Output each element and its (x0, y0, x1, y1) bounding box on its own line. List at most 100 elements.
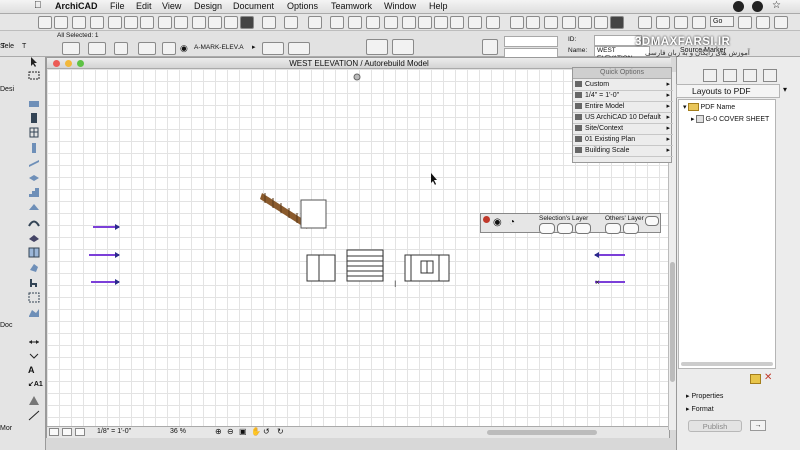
navigator-icon[interactable] (594, 16, 608, 29)
menu-app[interactable]: ArchiCAD (55, 1, 98, 11)
morph-tool-icon[interactable] (28, 262, 40, 273)
marquee-tool-icon[interactable] (28, 70, 40, 81)
menu-teamwork[interactable]: Teamwork (331, 1, 372, 11)
gear-icon[interactable] (486, 16, 500, 29)
tree-root-item[interactable]: ▾ PDF Name (683, 103, 735, 112)
layout-book-icon[interactable] (743, 69, 757, 82)
trace-icon[interactable] (756, 16, 770, 29)
window-split-icon[interactable] (656, 16, 670, 29)
navigator-preview-icon[interactable] (49, 428, 59, 436)
guide-line-icon[interactable] (262, 16, 276, 29)
snap-icon[interactable] (284, 16, 298, 29)
eye-icon[interactable]: ◉ (493, 217, 502, 228)
limit-icon[interactable] (482, 39, 498, 55)
plan-icon[interactable] (418, 16, 432, 29)
skylight-tool-icon[interactable] (28, 232, 40, 243)
menu-design[interactable]: Design (194, 1, 222, 11)
render-icon[interactable] (544, 16, 558, 29)
new-file-icon[interactable] (38, 16, 52, 29)
zone-tool-icon[interactable] (28, 292, 40, 303)
line-type-icon[interactable] (138, 42, 156, 55)
find-select-icon[interactable] (192, 16, 206, 29)
project-map-icon[interactable] (703, 69, 717, 82)
pen-icon[interactable] (114, 42, 128, 55)
menu-edit[interactable]: Edit (136, 1, 152, 11)
close-window-button[interactable] (53, 60, 60, 67)
elevation-icon[interactable] (434, 16, 448, 29)
status-icon[interactable] (733, 1, 744, 12)
zoom-out-icon[interactable]: ⊖ (227, 427, 234, 436)
minimize-window-button[interactable] (65, 60, 72, 67)
publisher-icon[interactable] (578, 16, 592, 29)
publish-options-icon[interactable]: → (750, 420, 766, 431)
layout-icon[interactable] (562, 16, 576, 29)
apple-icon[interactable]:  (34, 0, 42, 11)
label-tool-icon[interactable]: ↙A1 (28, 380, 43, 391)
redo-icon[interactable] (174, 16, 188, 29)
column-tool-icon[interactable] (28, 142, 40, 153)
go-button[interactable]: Go (710, 16, 734, 27)
object-tool-icon[interactable] (28, 277, 40, 288)
accessibility-icon[interactable]: ☆ (772, 0, 781, 11)
slab-tool-icon[interactable] (28, 172, 40, 183)
save-icon[interactable] (72, 16, 86, 29)
suspend-groups-icon[interactable] (384, 16, 398, 29)
text-tool-icon[interactable]: A (28, 365, 40, 376)
undo-layer-icon[interactable] (645, 216, 659, 226)
marker-head-icon[interactable] (88, 42, 106, 55)
window-layout-icon[interactable] (638, 16, 652, 29)
selection-hide-button[interactable] (539, 223, 555, 234)
magic-wand-icon[interactable] (208, 16, 222, 29)
line-tool-icon[interactable] (28, 410, 40, 421)
elevation-depth-icon[interactable] (392, 39, 414, 55)
undo-icon[interactable] (158, 16, 172, 29)
zoom-next-icon[interactable]: ↻ (277, 427, 284, 436)
pen-weight-icon[interactable] (262, 42, 284, 55)
marker-right-2[interactable]: × (595, 278, 625, 287)
distribute-icon[interactable] (526, 16, 540, 29)
section-icon[interactable] (402, 16, 416, 29)
tree-child-item[interactable]: ▸ G-0 COVER SHEET (691, 115, 769, 124)
layer-name[interactable]: A-MARK-ELEV.A (194, 44, 244, 51)
window-tool-icon[interactable] (28, 127, 40, 138)
new-folder-icon[interactable] (750, 374, 761, 384)
publisher-sets-icon[interactable] (763, 69, 777, 82)
3d-window-icon[interactable] (468, 16, 482, 29)
menu-view[interactable]: View (162, 1, 181, 11)
print-icon[interactable] (90, 16, 104, 29)
zoom-previous-icon[interactable]: ↺ (263, 427, 270, 436)
mesh-tool-icon[interactable] (28, 307, 40, 318)
marker-left-2[interactable] (89, 252, 120, 258)
lock-layer-icon[interactable]: ◔ (509, 217, 515, 228)
marker-type-icon[interactable] (62, 42, 80, 55)
zoom-value[interactable]: 36 % (170, 428, 186, 435)
menu-window[interactable]: Window (384, 1, 416, 11)
pencil-icon[interactable] (224, 16, 238, 29)
fit-window-icon[interactable]: ▣ (239, 427, 247, 436)
quick-option-model-view[interactable]: Building Scale ▸ (573, 145, 673, 157)
delete-icon[interactable]: ✕ (764, 372, 772, 383)
view-map-icon[interactable] (723, 69, 737, 82)
sheet-icon[interactable] (674, 16, 688, 29)
status-icon[interactable] (752, 1, 763, 12)
stair-element[interactable] (260, 193, 327, 229)
wall-tool-icon[interactable] (28, 98, 40, 109)
pointer-options-icon[interactable] (240, 16, 254, 29)
chevron-down-icon[interactable]: ▾ (783, 85, 787, 94)
menu-help[interactable]: Help (429, 1, 448, 11)
group-icon[interactable] (330, 16, 344, 29)
paste-icon[interactable] (140, 16, 154, 29)
wall-panel-door[interactable] (404, 254, 450, 282)
zoom-in-icon[interactable]: ⊕ (215, 427, 222, 436)
surface-painter-icon[interactable] (610, 16, 624, 29)
marker-left-3[interactable] (91, 279, 120, 285)
menu-options[interactable]: Options (287, 1, 318, 11)
close-palette-icon[interactable] (483, 216, 490, 223)
door-tool-icon[interactable] (28, 112, 40, 123)
curtain-wall-tool-icon[interactable] (28, 247, 40, 258)
vertical-scroll-thumb[interactable] (670, 262, 675, 382)
wall-panel-louvered[interactable] (346, 249, 384, 282)
publisher-set-dropdown[interactable]: Layouts to PDF (676, 84, 780, 98)
grid-snap-icon[interactable] (308, 16, 322, 29)
fill-tool-icon[interactable] (28, 395, 40, 406)
